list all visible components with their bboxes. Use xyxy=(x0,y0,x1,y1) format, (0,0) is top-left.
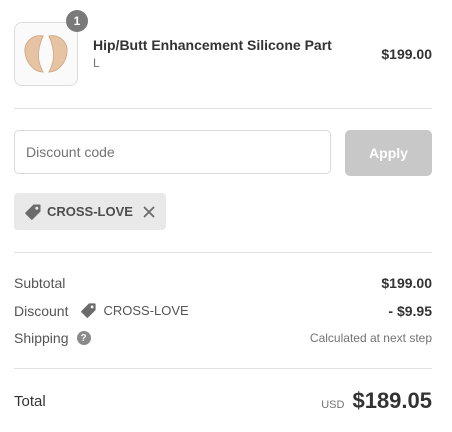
discount-code-label: CROSS-LOVE xyxy=(103,303,189,318)
close-icon[interactable] xyxy=(141,204,157,220)
discount-value: - $9.95 xyxy=(388,302,432,319)
discount-label: Discount xyxy=(14,302,69,319)
applied-discount-code: CROSS-LOVE xyxy=(47,204,133,219)
order-summary: 1 Hip/Butt Enhancement Silicone Part L $… xyxy=(0,0,452,432)
apply-button[interactable]: Apply xyxy=(345,130,432,176)
applied-discount-tag: CROSS-LOVE xyxy=(14,193,166,230)
tag-icon xyxy=(80,302,97,319)
discount-code-input[interactable] xyxy=(14,130,331,174)
product-variant: L xyxy=(93,56,100,70)
total-amount-group: USD $189.05 xyxy=(321,388,432,414)
subtotal-label: Subtotal xyxy=(14,275,66,291)
product-image xyxy=(24,35,68,73)
product-thumbnail xyxy=(14,22,78,86)
shipping-value: Calculated at next step xyxy=(309,331,432,345)
product-price: $199.00 xyxy=(381,46,432,62)
discount-label-group: Discount CROSS-LOVE xyxy=(14,302,189,319)
divider xyxy=(14,368,432,369)
shipping-label-group: Shipping ? xyxy=(14,330,91,346)
discount-row: Discount CROSS-LOVE - $9.95 xyxy=(14,302,432,319)
total-amount: $189.05 xyxy=(352,388,432,413)
total-row: Total USD $189.05 xyxy=(14,388,432,414)
product-name: Hip/Butt Enhancement Silicone Part xyxy=(93,37,332,53)
divider xyxy=(14,252,432,253)
shipping-label: Shipping xyxy=(14,330,69,346)
question-icon[interactable]: ? xyxy=(76,331,91,345)
divider xyxy=(14,108,432,109)
subtotal-row: Subtotal $199.00 xyxy=(14,275,432,291)
product-thumbnail-wrapper: 1 xyxy=(14,10,88,86)
total-label: Total xyxy=(14,392,46,410)
shipping-row: Shipping ? Calculated at next step xyxy=(14,330,432,346)
subtotal-value: $199.00 xyxy=(381,275,432,291)
currency-code: USD xyxy=(321,399,345,411)
tag-icon xyxy=(24,203,42,221)
quantity-badge: 1 xyxy=(66,10,88,32)
